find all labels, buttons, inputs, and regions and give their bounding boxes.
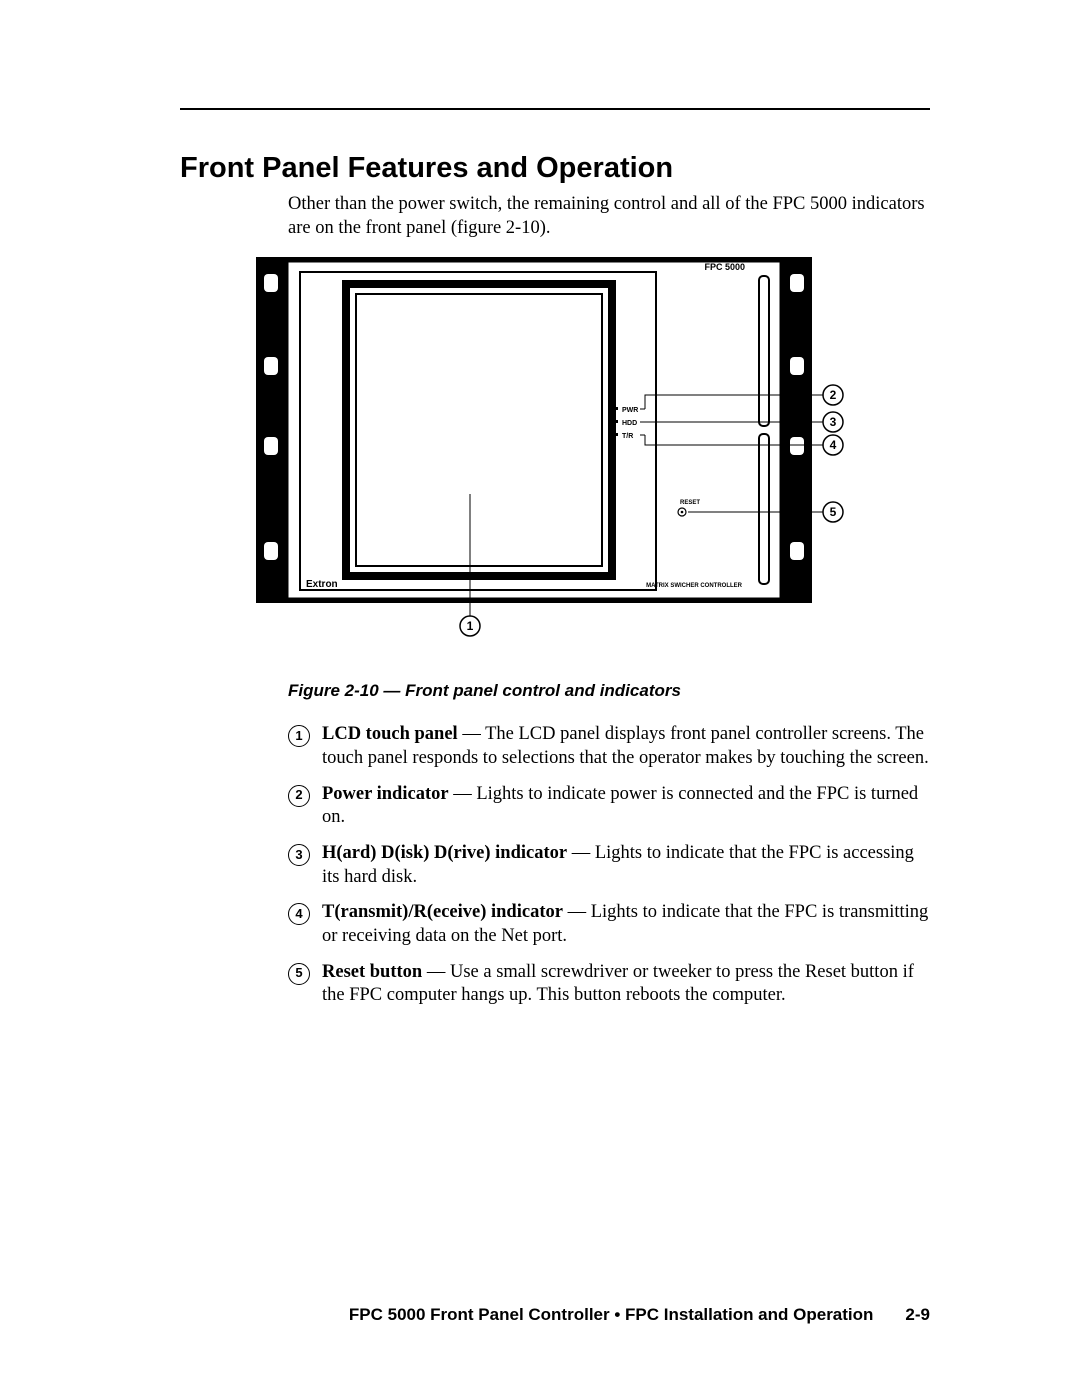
item-number: 2 bbox=[288, 785, 310, 807]
figure-caption: Figure 2-10 — Front panel control and in… bbox=[288, 681, 930, 701]
list-item: 1 LCD touch panel — The LCD panel displa… bbox=[288, 723, 930, 770]
label-subtitle: MATRIX SWICHER CONTROLLER bbox=[646, 583, 743, 589]
item-term: Reset button bbox=[322, 962, 422, 982]
top-rule bbox=[180, 108, 930, 110]
footer-page-number: 2-9 bbox=[905, 1305, 930, 1325]
page-footer: FPC 5000 Front Panel Controller • FPC In… bbox=[349, 1305, 930, 1325]
section-heading: Front Panel Features and Operation bbox=[180, 152, 930, 185]
callout-4: 4 bbox=[830, 438, 837, 452]
label-tr: T/R bbox=[622, 433, 633, 440]
item-number: 5 bbox=[288, 963, 310, 985]
item-term: LCD touch panel bbox=[322, 724, 458, 744]
callout-2: 2 bbox=[830, 388, 837, 402]
footer-text: FPC 5000 Front Panel Controller • FPC In… bbox=[349, 1305, 874, 1325]
callout-5: 5 bbox=[830, 505, 837, 519]
list-item: 5 Reset button — Use a small screwdriver… bbox=[288, 961, 930, 1008]
item-term: T(ransmit)/R(eceive) indicator bbox=[322, 902, 563, 922]
callout-3: 3 bbox=[830, 415, 837, 429]
front-panel-diagram: FPC 5000 PWR HDD T/R RESE bbox=[250, 254, 870, 654]
label-pwr: PWR bbox=[622, 407, 638, 414]
list-item: 2 Power indicator — Lights to indicate p… bbox=[288, 783, 930, 830]
item-number: 1 bbox=[288, 725, 310, 747]
callout-1: 1 bbox=[467, 619, 474, 633]
label-model: FPC 5000 bbox=[704, 262, 745, 272]
label-hdd: HDD bbox=[622, 420, 637, 427]
item-number: 4 bbox=[288, 903, 310, 925]
intro-paragraph: Other than the power switch, the remaini… bbox=[288, 193, 930, 240]
label-brand: Extron bbox=[306, 579, 338, 590]
item-term: H(ard) D(isk) D(rive) indicator bbox=[322, 843, 567, 863]
figure-2-10: FPC 5000 PWR HDD T/R RESE bbox=[250, 254, 930, 659]
list-item: 4 T(ransmit)/R(eceive) indicator — Light… bbox=[288, 901, 930, 948]
item-term: Power indicator bbox=[322, 784, 449, 804]
document-page: Front Panel Features and Operation Other… bbox=[0, 0, 1080, 1397]
item-number: 3 bbox=[288, 844, 310, 866]
callout-descriptions: 1 LCD touch panel — The LCD panel displa… bbox=[288, 723, 930, 1008]
list-item: 3 H(ard) D(isk) D(rive) indicator — Ligh… bbox=[288, 842, 930, 889]
label-reset: RESET bbox=[680, 500, 700, 506]
